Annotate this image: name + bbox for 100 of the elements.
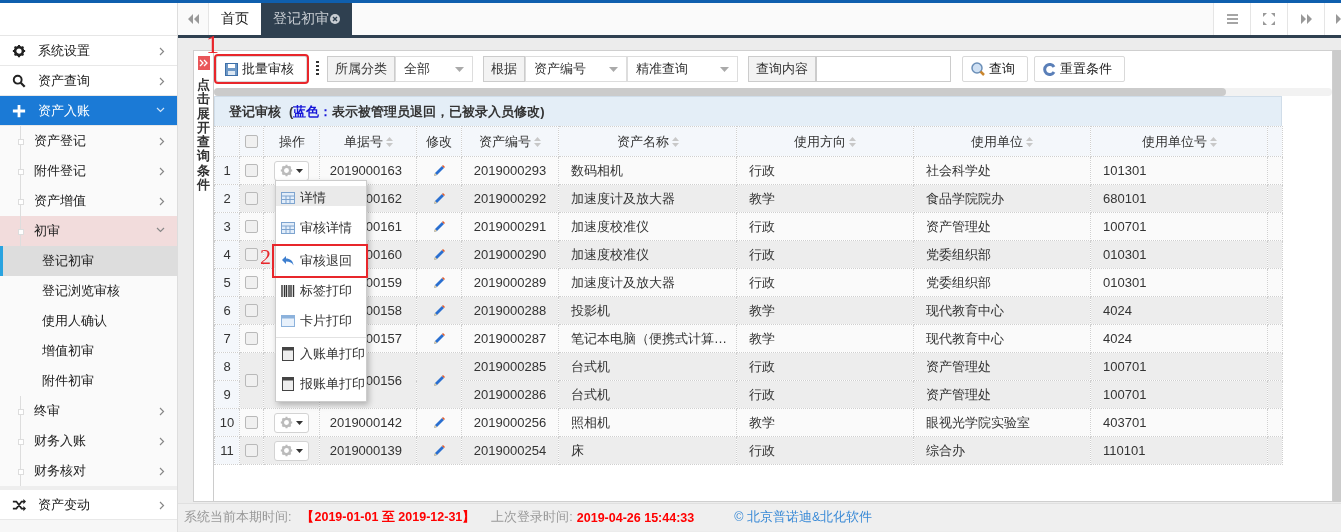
row-number: 1	[214, 156, 240, 185]
pencil-icon[interactable]	[432, 275, 446, 290]
table-cell-text: 行政	[748, 245, 776, 264]
reset-button[interactable]: 重置条件	[1034, 56, 1125, 82]
login-time-label: 上次登录时间:	[491, 509, 573, 526]
sidebar-item[interactable]: 资产入账	[0, 96, 177, 126]
menu-item[interactable]: 标签打印	[276, 276, 366, 306]
select-field[interactable]: 全部	[395, 56, 473, 82]
table-cell-text: 资产管理处	[925, 217, 992, 236]
pencil-icon[interactable]	[432, 191, 446, 206]
sidebar-item[interactable]: 登记初审	[0, 246, 177, 276]
tab[interactable]: 首页	[209, 3, 261, 35]
pencil-icon[interactable]	[432, 303, 446, 318]
gear-icon	[280, 164, 293, 177]
table-cell-text: 综合办	[925, 441, 966, 460]
search-input[interactable]	[816, 56, 951, 82]
save-icon	[225, 62, 238, 76]
action-dropdown-button[interactable]	[274, 412, 309, 433]
pencil-icon[interactable]	[432, 163, 446, 178]
table-cell-text: 2019000291	[472, 218, 548, 236]
table-icon	[281, 191, 295, 205]
search-button[interactable]: 查询	[962, 56, 1028, 82]
menu-item[interactable]: 报账单打印	[276, 369, 366, 399]
table-cell-text: 行政	[748, 273, 776, 292]
table-cell: 00162	[365, 191, 402, 206]
login-time-value: 2019-04-26 15:44:33	[576, 510, 695, 525]
checkbox[interactable]	[245, 332, 258, 345]
table-cell-text: 2019000288	[472, 302, 548, 320]
checkbox[interactable]	[245, 135, 258, 148]
filter-label: 根据	[483, 56, 525, 82]
checkbox[interactable]	[245, 416, 258, 429]
expand-icon[interactable]	[197, 56, 210, 70]
filter-label: 查询内容	[748, 56, 816, 82]
table-cell-text: 加速度校准仪	[570, 217, 650, 236]
table-cell-text: 100701	[1102, 218, 1148, 236]
more-button[interactable]	[1324, 3, 1341, 35]
select-field[interactable]: 资产编号	[525, 56, 627, 82]
period-label: 系统当前本期时间:	[184, 509, 292, 526]
document-icon	[281, 347, 295, 361]
table-cell-text: 110101	[1102, 442, 1147, 460]
expand-query-label[interactable]: 点击展开查询条件	[197, 78, 210, 193]
batch-audit-button[interactable]: 批量审核	[216, 56, 307, 82]
plus-icon	[12, 103, 26, 118]
action-dropdown-button[interactable]	[274, 160, 309, 181]
checkbox[interactable]	[245, 276, 258, 289]
sidebar-item[interactable]: 资产变动	[0, 490, 177, 520]
menu-item[interactable]: 卡片打印	[276, 306, 366, 336]
pencil-icon[interactable]	[432, 331, 446, 346]
tab[interactable]: 登记初审	[261, 3, 352, 35]
scroll-right-button[interactable]	[1287, 3, 1324, 35]
row-number: 10	[214, 408, 240, 437]
table-cell-text: 资产管理处	[925, 357, 992, 376]
pencil-icon[interactable]	[432, 373, 446, 388]
pencil-icon[interactable]	[432, 443, 446, 458]
table-cell-text: 党委组织部	[925, 273, 992, 292]
menu-item[interactable]: 入账单打印	[276, 339, 366, 369]
menu-button[interactable]	[1213, 3, 1250, 35]
menu-icon	[1226, 14, 1238, 24]
select-field[interactable]: 精准查询	[627, 56, 738, 82]
table-cell-text: 教学	[748, 329, 776, 348]
menu-item[interactable]: 审核退回	[274, 246, 366, 276]
grid-title: 登记审核	[229, 102, 281, 121]
table-cell-text: 台式机	[570, 357, 611, 376]
close-icon[interactable]	[330, 14, 340, 24]
table-cell-text: 加速度计及放大器	[570, 189, 676, 208]
action-dropdown-button[interactable]	[274, 440, 309, 461]
pencil-icon[interactable]	[432, 219, 446, 234]
table-cell-text: 照相机	[570, 413, 611, 432]
table-cell-text: 教学	[748, 413, 776, 432]
caret-down-icon	[296, 420, 303, 425]
vertical-scrollbar[interactable]	[1333, 50, 1341, 502]
table-cell-text: 行政	[748, 441, 776, 460]
gear-icon	[280, 444, 293, 457]
checkbox[interactable]	[245, 374, 258, 387]
table-cell: 00159	[365, 275, 402, 290]
table-cell-text: 4024	[1102, 302, 1133, 320]
row-number: 6	[214, 296, 240, 325]
caret-down-icon	[455, 66, 464, 72]
fullscreen-button[interactable]	[1250, 3, 1287, 35]
pencil-icon[interactable]	[432, 415, 446, 430]
table-cell-text: 2019000287	[472, 330, 548, 348]
caret-icon	[1336, 14, 1341, 24]
table-cell: 2019000139	[329, 443, 402, 458]
checkbox[interactable]	[245, 220, 258, 233]
checkbox[interactable]	[245, 164, 258, 177]
checkbox[interactable]	[245, 304, 258, 317]
checkbox[interactable]	[245, 192, 258, 205]
horizontal-scrollbar[interactable]	[214, 88, 1332, 96]
menu-item[interactable]: 详情	[276, 183, 366, 213]
table-cell-text: 100701	[1102, 358, 1148, 376]
menu-item[interactable]: 审核详情	[276, 213, 366, 243]
sidebar-item[interactable]: 资产查询	[0, 66, 177, 96]
copyright-text: © 北京普诺迪&北化软件	[734, 509, 873, 526]
sidebar-item[interactable]: 系统设置	[0, 36, 177, 66]
sidebar-item[interactable]: 初审	[0, 216, 177, 246]
pencil-icon[interactable]	[432, 247, 446, 262]
checkbox[interactable]	[245, 444, 258, 457]
refresh-icon	[1043, 62, 1056, 76]
checkbox[interactable]	[245, 248, 258, 261]
fullscreen-icon	[1263, 13, 1275, 25]
